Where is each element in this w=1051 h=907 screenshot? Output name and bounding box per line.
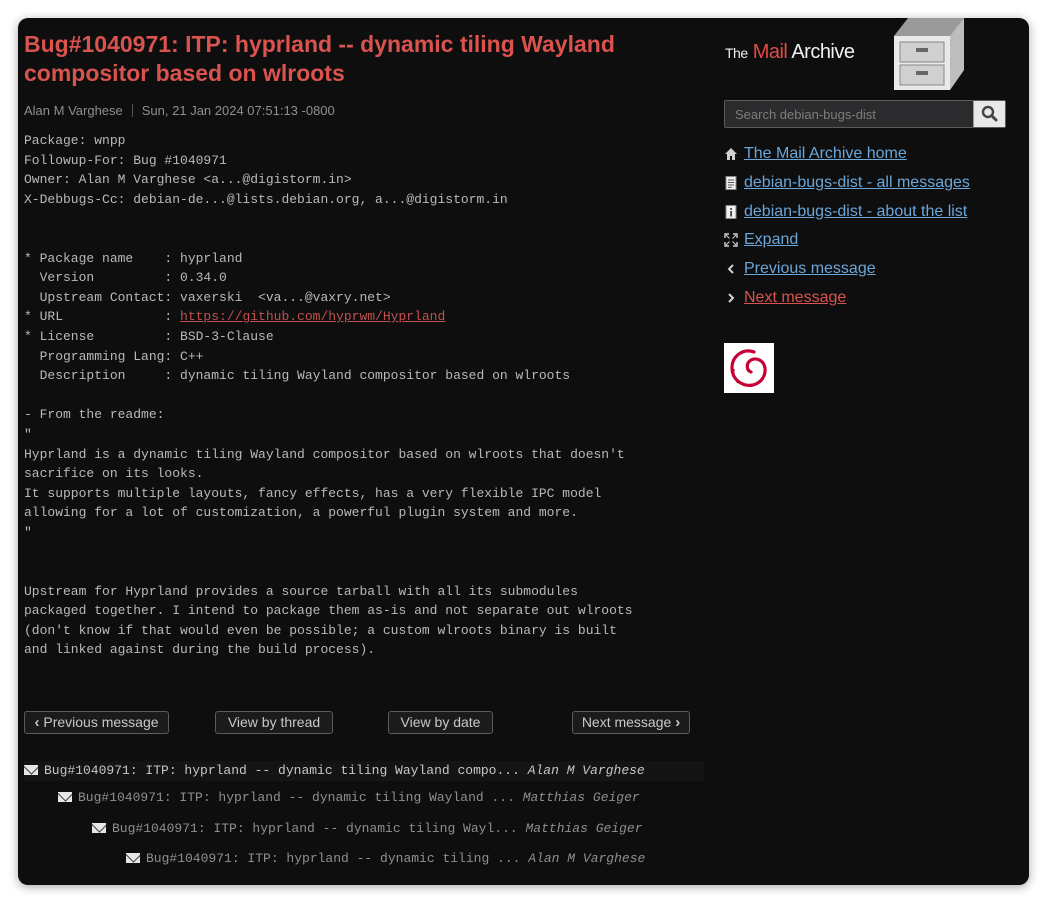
thread-item[interactable]: Bug#1040971: ITP: hyprland -- dynamic ti… — [58, 788, 640, 808]
meta-divider — [131, 104, 133, 117]
thread-item-subject: Bug#1040971: ITP: hyprland -- dynamic ti… — [44, 763, 520, 778]
view-by-thread-button[interactable]: View by thread — [215, 711, 333, 734]
file-cabinet-icon — [894, 18, 964, 90]
sidebar-previous-label: Previous message — [744, 260, 876, 277]
expand-link-label: Expand — [744, 231, 799, 248]
sidebar-next-label: Next message — [744, 289, 847, 306]
magnifier-icon — [981, 105, 998, 122]
envelope-icon — [126, 853, 140, 863]
next-message-button[interactable]: Next message › — [572, 711, 690, 734]
view-by-date-button[interactable]: View by date — [388, 711, 493, 734]
thread-item[interactable]: Bug#1040971: ITP: hyprland -- dynamic ti… — [92, 819, 643, 839]
logo-mail: Mail — [752, 41, 788, 63]
envelope-icon — [92, 823, 106, 833]
debian-logo[interactable] — [724, 343, 774, 393]
view-by-thread-label: View by thread — [227, 714, 321, 730]
thread-item-subject: Bug#1040971: ITP: hyprland -- dynamic ti… — [78, 790, 515, 805]
previous-message-button[interactable]: ‹ Previous message — [24, 711, 169, 734]
document-icon — [725, 176, 737, 190]
thread-item-author: Matthias Geiger — [525, 821, 643, 836]
chevron-left-icon: ‹ — [34, 714, 40, 731]
message-body: Package: wnpp Followup-For: Bug #1040971… — [24, 131, 633, 660]
thread-item-author: Alan M Varghese — [528, 851, 646, 866]
thread-item-author: Matthias Geiger — [522, 790, 640, 805]
chevron-left-icon — [727, 264, 734, 274]
thread-item[interactable]: Bug#1040971: ITP: hyprland -- dynamic ti… — [126, 849, 645, 869]
view-by-date-label: View by date — [400, 714, 481, 730]
message-meta: Alan M Varghese Sun, 21 Jan 2024 07:51:13… — [24, 103, 335, 118]
mail-archive-window: Bug#1040971: ITP: hyprland -- dynamic ti… — [18, 18, 1029, 885]
chevron-right-icon: › — [675, 714, 681, 731]
logo-archive: Archive — [791, 41, 855, 63]
search-button[interactable] — [973, 101, 1005, 127]
search-box — [724, 100, 1006, 128]
logo-wordmark: The Mail Archive — [725, 41, 855, 64]
all-messages-link-label: debian-bugs-dist - all messages — [744, 174, 970, 191]
expand-icon — [724, 233, 738, 247]
hyprland-url-link[interactable]: https://github.com/hyprwm/Hyprland — [180, 309, 445, 324]
thread-item-subject: Bug#1040971: ITP: hyprland -- dynamic ti… — [112, 821, 518, 836]
envelope-icon — [58, 792, 72, 802]
message-date: Sun, 21 Jan 2024 07:51:13 -0800 — [141, 103, 335, 118]
message-subject: Bug#1040971: ITP: hyprland -- dynamic ti… — [24, 31, 615, 86]
thread-item[interactable]: Bug#1040971: ITP: hyprland -- dynamic ti… — [24, 761, 704, 781]
search-input[interactable] — [725, 101, 974, 127]
home-icon — [725, 148, 737, 160]
thread-item-subject: Bug#1040971: ITP: hyprland -- dynamic ti… — [146, 851, 521, 866]
logo-the: The — [725, 45, 748, 61]
thread-item-author: Alan M Varghese — [527, 763, 645, 778]
envelope-icon — [24, 765, 38, 775]
info-document-icon — [725, 205, 737, 219]
about-list-link-label: debian-bugs-dist - about the list — [744, 203, 968, 220]
mail-archive-logo[interactable]: The Mail Archive — [724, 18, 984, 93]
chevron-right-icon — [728, 293, 735, 303]
home-link-label: The Mail Archive home — [744, 145, 907, 162]
previous-message-label: Previous message — [43, 714, 159, 730]
debian-swirl-icon — [730, 349, 767, 387]
message-author[interactable]: Alan M Varghese — [24, 103, 123, 118]
body-text-part2: * License : BSD-3-Clause Programming Lan… — [24, 328, 633, 658]
body-text-part1: Package: wnpp Followup-For: Bug #1040971… — [24, 133, 508, 325]
next-message-label: Next message — [581, 714, 672, 730]
